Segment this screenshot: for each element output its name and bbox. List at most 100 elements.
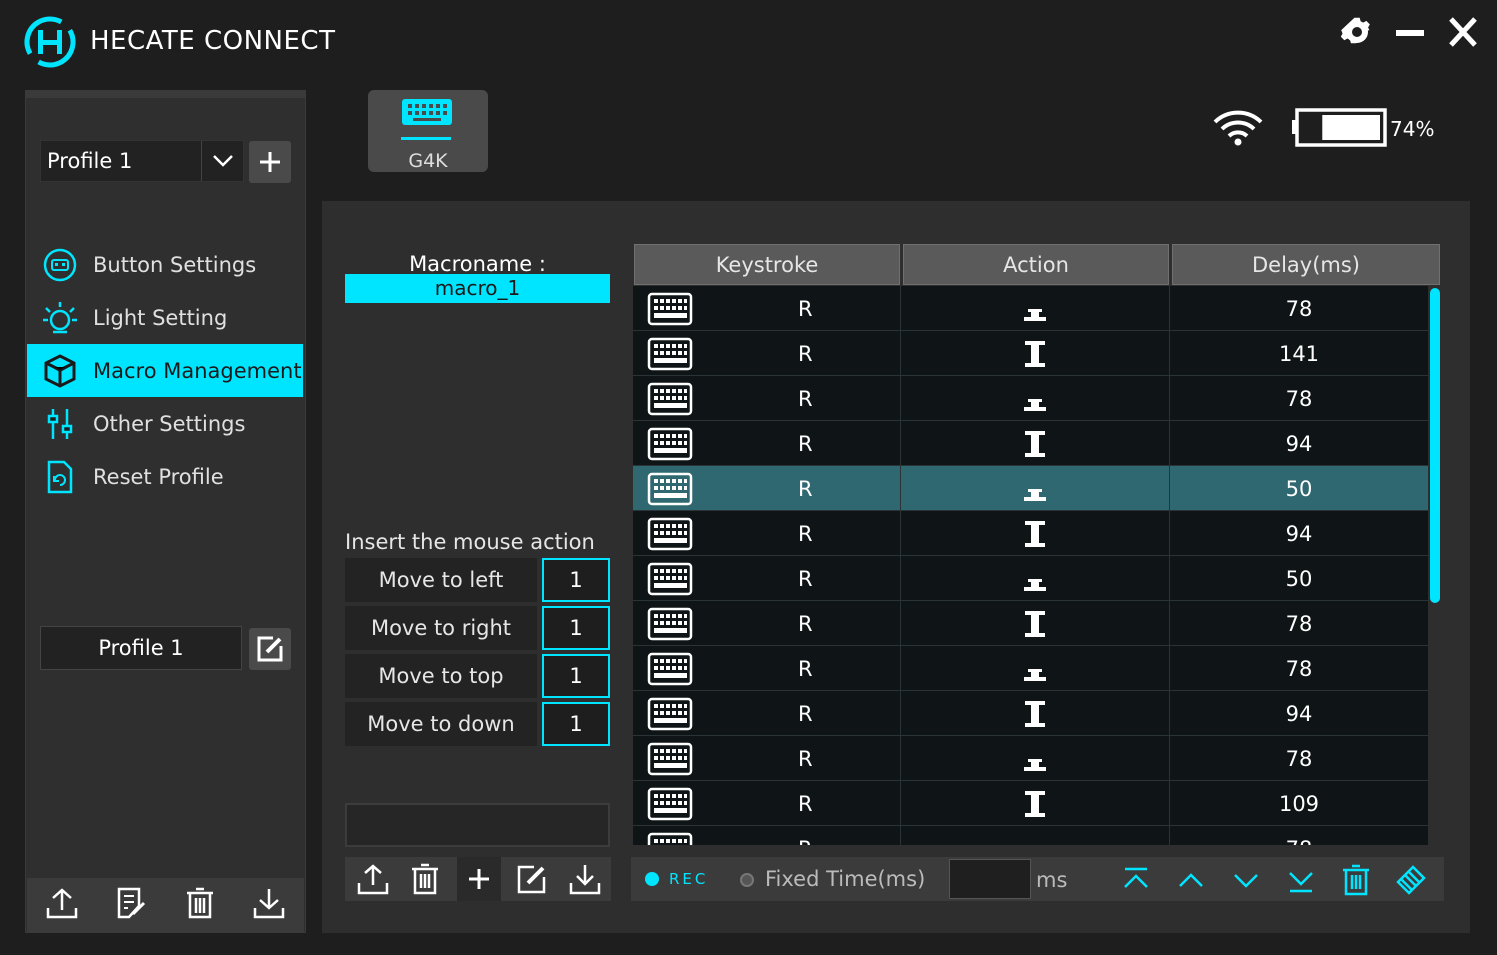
macro-list-field[interactable] — [345, 803, 610, 847]
keystroke-key: R — [798, 656, 813, 681]
fixed-time-radio[interactable] — [740, 873, 754, 887]
sidebar-item-button-settings[interactable]: Button Settings — [27, 238, 303, 291]
move-right-value[interactable]: 1 — [542, 606, 610, 650]
table-row[interactable]: R 78 — [633, 376, 1428, 421]
table-row[interactable]: R 94 — [633, 511, 1428, 556]
edit-profile-button[interactable] — [249, 628, 291, 670]
delay-cell[interactable]: 78 — [1170, 826, 1428, 846]
col-header-keystroke: Keystroke — [634, 244, 900, 285]
macroname-label: Macroname : — [409, 252, 546, 276]
add-macro-button[interactable] — [457, 857, 501, 901]
gear-icon[interactable] — [1337, 12, 1377, 52]
upload-icon[interactable] — [45, 886, 79, 924]
table-row[interactable]: R 50 — [633, 556, 1428, 601]
move-left-button[interactable]: Move to left — [345, 558, 537, 602]
move-down-button[interactable]: Move to down — [345, 702, 537, 746]
delay-cell[interactable]: 78 — [1170, 286, 1428, 331]
notes-icon[interactable] — [115, 886, 147, 924]
move-down-icon[interactable] — [1226, 860, 1266, 900]
col-header-action: Action — [903, 244, 1169, 285]
macroname-input[interactable]: macro_1 — [345, 274, 610, 303]
delay-cell[interactable]: 78 — [1170, 601, 1428, 646]
delay-cell[interactable]: 78 — [1170, 376, 1428, 421]
key-press-icon — [901, 556, 1170, 601]
table-row[interactable]: R 78 — [633, 286, 1428, 331]
table-row[interactable]: R 50 — [633, 466, 1428, 511]
trash-icon[interactable] — [184, 886, 216, 924]
delay-cell[interactable]: 94 — [1170, 691, 1428, 736]
table-row[interactable]: R 78 — [633, 601, 1428, 646]
download-icon[interactable] — [252, 886, 286, 924]
move-top-icon[interactable] — [1116, 860, 1156, 900]
trash-icon[interactable] — [403, 857, 447, 901]
keystroke-key: R — [798, 521, 813, 546]
move-left-value[interactable]: 1 — [542, 558, 610, 602]
sidebar-item-other-settings[interactable]: Other Settings — [27, 397, 303, 450]
chevron-down-icon[interactable] — [201, 141, 243, 181]
keyboard-icon — [647, 652, 693, 691]
keystroke-cell: R — [633, 376, 901, 421]
plus-icon — [469, 869, 489, 889]
delay-cell[interactable]: 94 — [1170, 511, 1428, 556]
sidebar-item-macro-management[interactable]: Macro Management — [27, 344, 303, 397]
move-top-value[interactable]: 1 — [542, 654, 610, 698]
delay-cell[interactable]: 109 — [1170, 781, 1428, 826]
keyboard-icon — [647, 292, 693, 331]
keyboard-icon — [647, 472, 693, 511]
profile-select[interactable]: Profile 1 — [40, 140, 244, 182]
table-row[interactable]: R 78 — [633, 646, 1428, 691]
keystroke-cell: R — [633, 466, 901, 511]
keystroke-cell: R — [633, 646, 901, 691]
table-row[interactable]: R 94 — [633, 691, 1428, 736]
move-up-icon[interactable] — [1171, 860, 1211, 900]
add-profile-button[interactable] — [249, 141, 291, 183]
app-title: HECATE CONNECT — [90, 26, 336, 56]
keystroke-cell: R — [633, 556, 901, 601]
keystroke-key: R — [798, 791, 813, 816]
sidebar-item-reset-profile[interactable]: Reset Profile — [27, 450, 303, 503]
key-press-icon — [901, 376, 1170, 421]
keystroke-key: R — [798, 296, 813, 321]
rec-button[interactable]: REC — [669, 870, 708, 888]
sidebar-top-border — [25, 90, 306, 98]
keystroke-key: R — [798, 611, 813, 636]
sliders-icon — [27, 407, 93, 441]
keystroke-key: R — [798, 341, 813, 366]
delay-cell[interactable]: 78 — [1170, 646, 1428, 691]
move-down-value[interactable]: 1 — [542, 702, 610, 746]
battery-icon — [1292, 108, 1388, 152]
table-row[interactable]: R 78 — [633, 826, 1428, 845]
edit-icon[interactable] — [510, 857, 554, 901]
minimize-icon[interactable] — [1390, 12, 1430, 52]
rec-indicator[interactable] — [645, 872, 659, 886]
trash-icon[interactable] — [1336, 860, 1376, 900]
table-row[interactable]: R 94 — [633, 421, 1428, 466]
move-bottom-icon[interactable] — [1281, 860, 1321, 900]
move-top-button[interactable]: Move to top — [345, 654, 537, 698]
keyboard-icon — [647, 832, 693, 845]
keystroke-cell: R — [633, 736, 901, 781]
key-release-icon — [901, 601, 1170, 646]
clear-icon[interactable] — [1391, 860, 1431, 900]
download-icon[interactable] — [563, 857, 607, 901]
table-row[interactable]: R 141 — [633, 331, 1428, 376]
sidebar-item-light-setting[interactable]: Light Setting — [27, 291, 303, 344]
move-right-button[interactable]: Move to right — [345, 606, 537, 650]
close-icon[interactable] — [1443, 12, 1483, 52]
delay-cell[interactable]: 50 — [1170, 556, 1428, 601]
delay-cell[interactable]: 141 — [1170, 331, 1428, 376]
delay-cell[interactable]: 94 — [1170, 421, 1428, 466]
key-release-icon — [901, 781, 1170, 826]
reset-icon — [27, 460, 93, 494]
profile-name-field[interactable]: Profile 1 — [40, 626, 242, 670]
upload-icon[interactable] — [351, 857, 395, 901]
table-row[interactable]: R 78 — [633, 736, 1428, 781]
delay-cell[interactable]: 50 — [1170, 466, 1428, 511]
table-row[interactable]: R 109 — [633, 781, 1428, 826]
delay-cell[interactable]: 78 — [1170, 736, 1428, 781]
fixed-time-input[interactable] — [949, 859, 1031, 899]
scrollbar-thumb[interactable] — [1430, 288, 1440, 603]
keystroke-key: R — [798, 431, 813, 456]
insert-mouse-action-label: Insert the mouse action — [345, 530, 595, 554]
keystroke-cell: R — [633, 286, 901, 331]
